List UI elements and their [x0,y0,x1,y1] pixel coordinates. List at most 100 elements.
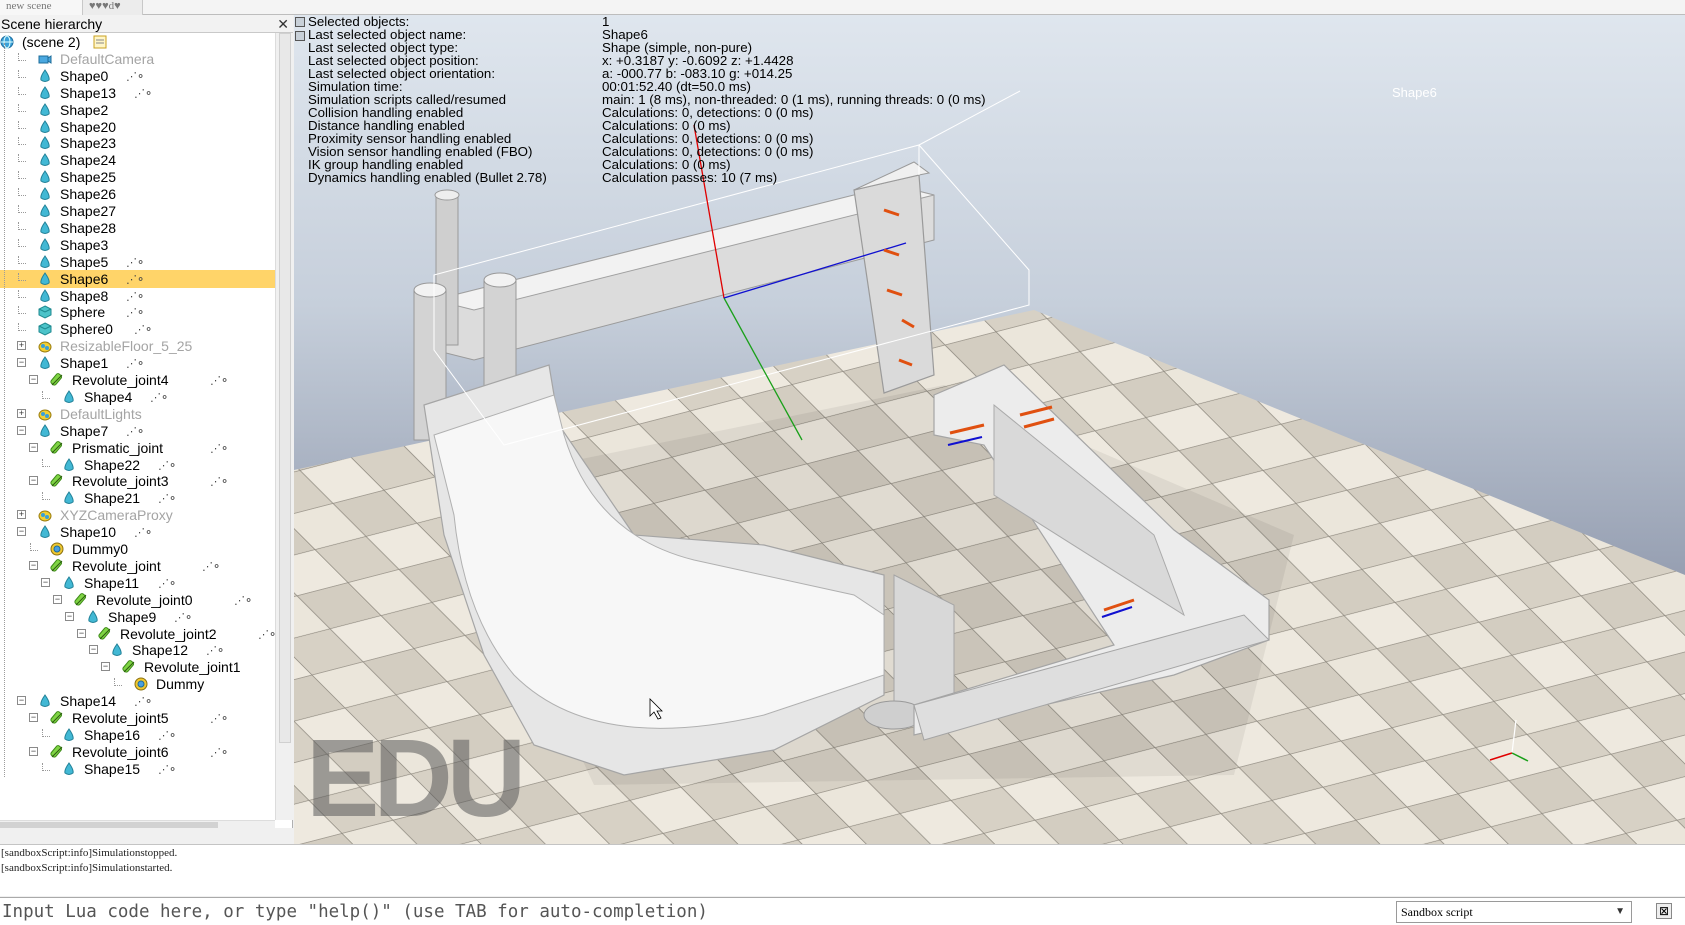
collapse-icon[interactable]: − [29,476,38,486]
tree-row[interactable]: Shape21 ⋰⚬ [0,489,275,507]
close-console-button[interactable]: ⊠ [1656,903,1672,919]
collapse-icon[interactable]: − [89,645,98,655]
tree-connector [18,86,26,95]
tree-row[interactable]: DefaultCamera [0,50,275,68]
tree-row[interactable]: + DefaultLights [0,405,275,423]
scene-hierarchy-title-text: Scene hierarchy [1,16,103,32]
tree-row[interactable]: − Shape1 ⋰⚬ [0,354,275,372]
collapse-icon[interactable]: − [29,713,38,722]
tree-row[interactable]: − Revolute_joint6 ⋰⚬ [0,743,275,761]
model-icon [38,407,52,421]
tree-row[interactable]: Shape8 ⋰⚬ [0,287,275,305]
tree-row[interactable]: Sphere0 ⋰⚬ [0,320,275,338]
tree-row[interactable]: Shape23 [0,134,275,152]
tree-row[interactable]: − Revolute_joint3 ⋰⚬ [0,472,275,490]
scrollbar-thumb[interactable] [279,33,291,743]
tab-scene-2[interactable]: ♥♥♥d♥ [83,0,143,15]
tree-row[interactable]: Shape15 ⋰⚬ [0,760,275,778]
tree-row[interactable]: − Revolute_joint2 ⋰⚬ [0,625,275,643]
tree-row[interactable]: − Shape10 ⋰⚬ [0,523,275,541]
tree-row[interactable]: Dummy0 [0,540,275,558]
collapse-icon[interactable]: − [29,560,38,570]
scrollbar-thumb[interactable] [0,822,218,828]
script-link-icon[interactable]: ⋰⚬ [158,761,177,779]
collapse-icon[interactable]: − [17,696,26,706]
collapse-icon[interactable]: − [29,746,38,756]
tree-row[interactable]: − Shape9 ⋰⚬ [0,608,275,626]
tab-new-scene[interactable]: new scene [0,0,83,15]
3d-viewport[interactable]: Selected objects: 1 Last selected object n… [294,15,1685,844]
shape-icon [62,457,76,472]
tree-row[interactable]: Shape16 ⋰⚬ [0,726,275,744]
tree-connector [42,390,50,399]
tree-row[interactable]: − Revolute_joint0 ⋰⚬ [0,591,275,609]
expand-icon[interactable]: + [17,408,26,418]
tree-row[interactable]: (scene 2) [0,33,275,51]
tree-row[interactable]: + XYZCameraProxy [0,506,275,524]
tree-row[interactable]: Shape24 [0,151,275,169]
tree-row-label: Shape1 [60,355,109,372]
tree-row[interactable]: − Revolute_joint5 ⋰⚬ [0,709,275,727]
collapse-icon[interactable]: − [17,358,26,368]
tree-row[interactable]: Shape26 [0,185,275,203]
tree-row[interactable]: − Prismatic_joint ⋰⚬ [0,439,275,457]
collapse-icon[interactable]: − [29,375,38,384]
tree-row[interactable]: − Shape7 ⋰⚬ [0,422,275,440]
tree-row[interactable]: Shape2 [0,101,275,119]
tree-connector [18,154,26,163]
tree-connector [18,69,26,78]
tree-row[interactable]: Shape20 [0,118,275,136]
shape-icon [62,390,76,404]
tree-row[interactable]: Dummy [0,675,275,693]
tree-row-label: Shape2 [60,101,109,118]
collapse-icon[interactable]: − [17,425,26,435]
collapse-icon[interactable]: − [77,628,86,638]
tree-row[interactable]: − Shape12 ⋰⚬ [0,641,275,659]
collapse-icon[interactable]: − [101,662,110,672]
collapse-icon[interactable]: − [53,594,62,604]
tree-row[interactable]: Shape27 [0,202,275,220]
shape-icon [38,85,52,100]
toolbar-toggle-icon[interactable] [295,17,305,27]
tree-row[interactable]: Shape3 [0,236,275,254]
lua-command-input[interactable] [0,900,1392,924]
collapse-icon[interactable]: − [29,442,38,452]
expand-icon[interactable]: + [17,510,26,520]
tree-row[interactable]: Shape6 ⋰⚬ [0,269,275,288]
tree-connector [18,171,26,180]
shape-icon [38,288,52,303]
tree-row[interactable]: Shape25 [0,168,275,186]
vertical-scrollbar[interactable] [275,33,293,820]
collapse-icon[interactable]: − [17,527,26,537]
joint-icon [50,474,64,488]
tree-row[interactable]: Shape28 [0,219,275,237]
console-line: [sandboxScript:info]Simulationstopped. [1,847,178,859]
tree-row[interactable]: Shape4 ⋰⚬ [0,388,275,406]
tree-row[interactable]: − Revolute_joint4 ⋰⚬ [0,371,275,389]
tree-row-label: Shape14 [60,693,117,710]
tree-row[interactable]: Shape5 ⋰⚬ [0,253,275,271]
collapse-icon[interactable]: − [41,577,50,587]
tree-row-label: (scene 2) [22,34,81,50]
tree-row[interactable]: Shape22 ⋰⚬ [0,456,275,474]
tree-row[interactable]: Shape0 ⋰⚬ [0,67,275,85]
script-selector-dropdown[interactable]: Sandbox script ▼ [1396,901,1632,923]
tree-row[interactable]: Sphere ⋰⚬ [0,303,275,321]
close-panel-icon[interactable]: ✕ [277,15,289,33]
tree-row-label: Shape8 [60,287,109,304]
scene-script-icon[interactable] [93,35,107,49]
tree-row[interactable]: − Revolute_joint ⋰⚬ [0,557,275,575]
expand-icon[interactable]: + [17,341,26,351]
globe-icon [0,35,14,49]
tree-connector [18,137,26,146]
collapse-icon[interactable]: − [65,611,74,621]
horizontal-scrollbar[interactable] [0,820,275,828]
joint-icon [50,711,64,725]
tree-row[interactable]: − Shape14 ⋰⚬ [0,692,275,710]
toolbar-toggle-icon[interactable] [295,31,305,41]
tree-row[interactable]: + ResizableFloor_5_25 [0,337,275,355]
cylinder-left-cap [413,282,447,298]
tree-row[interactable]: Shape13 ⋰⚬ [0,84,275,102]
tree-row[interactable]: − Shape11 ⋰⚬ [0,574,275,592]
tree-row[interactable]: −Revolute_joint1⋰⚬ [0,658,275,676]
